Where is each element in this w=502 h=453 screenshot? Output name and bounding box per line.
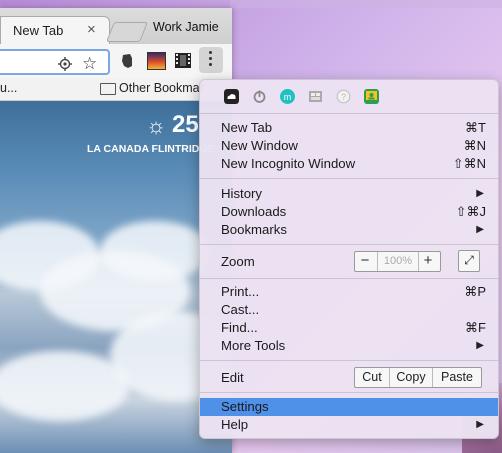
menu-item-new-incognito-window[interactable]: New Incognito Window bbox=[221, 156, 355, 171]
browser-toolbar: ☆ bbox=[0, 44, 232, 79]
cloud-extension-icon[interactable] bbox=[224, 89, 239, 104]
classroom-extension-icon[interactable] bbox=[364, 89, 379, 104]
browser-menu-button[interactable] bbox=[199, 47, 223, 73]
zoom-in-button[interactable]: + bbox=[418, 252, 438, 271]
close-icon[interactable]: × bbox=[87, 21, 96, 38]
other-bookmarks-folder[interactable]: Other Bookmar bbox=[119, 81, 204, 95]
film-extension-icon[interactable] bbox=[175, 53, 191, 68]
zoom-control: − 100% + bbox=[354, 251, 441, 272]
tab-title: New Tab bbox=[13, 23, 64, 38]
browser-menu: m ? New Tab ⌘T New Window ⌘N New Incogni… bbox=[199, 79, 499, 439]
browser-window: New Tab × Work Jamie ☆ u... Other Bookma… bbox=[0, 8, 232, 453]
menu-item-bookmarks[interactable]: Bookmarks bbox=[221, 222, 287, 237]
grid-extension-icon[interactable] bbox=[308, 89, 323, 104]
menu-extension-row: m ? bbox=[200, 80, 498, 113]
menu-separator bbox=[200, 360, 498, 361]
submenu-arrow-icon: ▶ bbox=[476, 419, 484, 430]
menu-item-edit: Edit bbox=[221, 370, 244, 385]
submenu-arrow-icon: ▶ bbox=[476, 340, 484, 351]
menu-item-history[interactable]: History bbox=[221, 186, 262, 201]
menu-item-downloads[interactable]: Downloads bbox=[221, 204, 286, 219]
more-vert-icon bbox=[209, 51, 213, 69]
shortcut-find: ⌘F bbox=[465, 320, 486, 335]
location-icon[interactable] bbox=[58, 57, 72, 71]
bookmark-star-icon[interactable]: ☆ bbox=[82, 54, 97, 74]
address-bar[interactable]: ☆ bbox=[0, 49, 110, 75]
new-tab-button[interactable] bbox=[105, 22, 149, 42]
tab-strip: New Tab × Work Jamie bbox=[0, 8, 232, 45]
profile-button[interactable]: Work Jamie bbox=[153, 20, 219, 34]
sunset-extension-icon[interactable] bbox=[147, 52, 166, 70]
bookmark-item[interactable]: u... bbox=[0, 81, 17, 95]
shortcut-print: ⌘P bbox=[464, 284, 486, 299]
desktop-background bbox=[230, 0, 502, 8]
menu-item-new-window[interactable]: New Window bbox=[221, 138, 298, 153]
menu-separator bbox=[200, 178, 498, 179]
edit-controls: Cut Copy Paste bbox=[354, 367, 482, 388]
menu-item-zoom: Zoom bbox=[221, 254, 255, 269]
menu-item-find[interactable]: Find... bbox=[221, 320, 258, 335]
power-extension-icon[interactable] bbox=[252, 89, 267, 104]
menu-item-new-tab[interactable]: New Tab bbox=[221, 120, 272, 135]
svg-text:m: m bbox=[284, 92, 292, 102]
sun-icon: ☼ bbox=[146, 113, 167, 138]
bookmarks-bar: u... Other Bookmar bbox=[0, 78, 232, 101]
weather-temperature: 25 bbox=[172, 111, 199, 138]
menu-item-more-tools[interactable]: More Tools bbox=[221, 338, 285, 353]
weather-location: LA CANADA FLINTRIDGE bbox=[87, 143, 215, 155]
copy-button[interactable]: Copy bbox=[390, 368, 433, 387]
menu-item-print[interactable]: Print... bbox=[221, 284, 259, 299]
menu-separator bbox=[200, 278, 498, 279]
help-extension-icon[interactable]: ? bbox=[336, 89, 351, 104]
submenu-arrow-icon: ▶ bbox=[476, 188, 484, 199]
zoom-level: 100% bbox=[377, 252, 419, 271]
evernote-extension-icon[interactable] bbox=[120, 53, 134, 69]
folder-icon bbox=[100, 83, 116, 95]
menu-separator bbox=[200, 113, 498, 114]
shortcut-new-tab: ⌘T bbox=[465, 120, 486, 135]
cut-button[interactable]: Cut bbox=[355, 368, 390, 387]
menu-item-settings[interactable]: Settings bbox=[221, 399, 269, 414]
submenu-arrow-icon: ▶ bbox=[476, 224, 484, 235]
svg-text:?: ? bbox=[341, 92, 346, 102]
tab-new-tab[interactable]: New Tab × bbox=[0, 16, 110, 45]
shortcut-new-incognito: ⇧⌘N bbox=[452, 156, 486, 171]
zoom-out-button[interactable]: − bbox=[355, 252, 375, 271]
menu-item-help[interactable]: Help bbox=[221, 417, 248, 432]
shortcut-new-window: ⌘N bbox=[463, 138, 486, 153]
shortcut-downloads: ⇧⌘J bbox=[455, 204, 486, 219]
paste-button[interactable]: Paste bbox=[433, 368, 481, 387]
menu-separator bbox=[200, 244, 498, 245]
fullscreen-icon[interactable]: ⤢ bbox=[458, 250, 480, 272]
new-tab-background: ☼ 25 LA CANADA FLINTRIDGE bbox=[0, 101, 232, 453]
m-extension-icon[interactable]: m bbox=[280, 89, 295, 104]
menu-item-cast[interactable]: Cast... bbox=[221, 302, 259, 317]
menu-separator bbox=[200, 392, 498, 393]
